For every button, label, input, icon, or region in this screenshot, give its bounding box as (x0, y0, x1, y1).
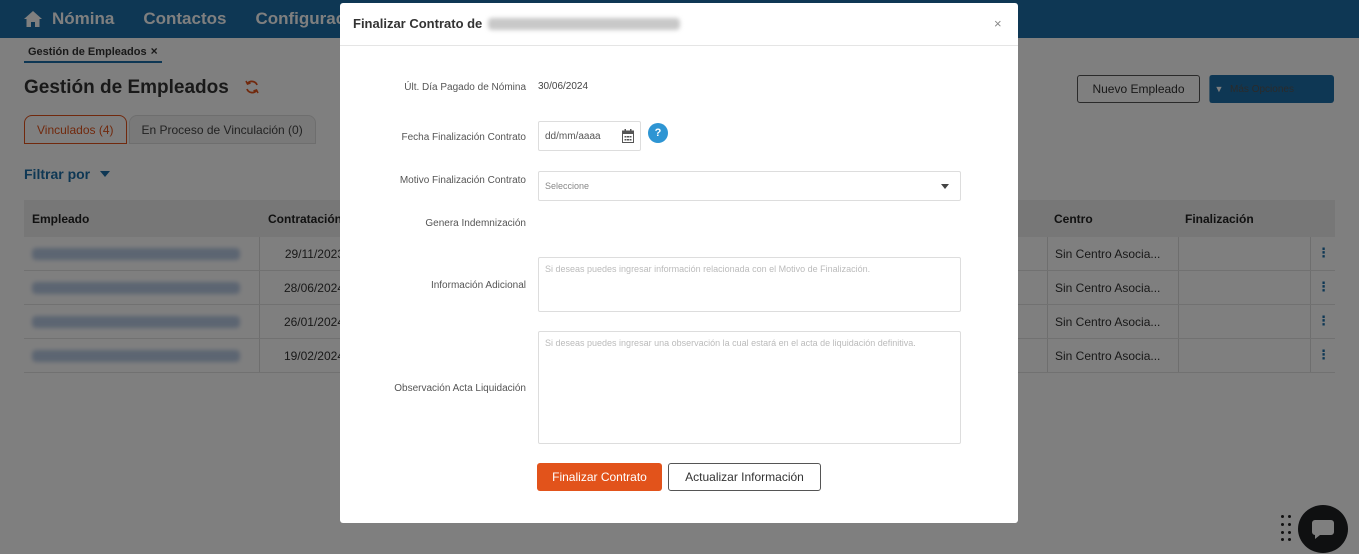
reason-select[interactable]: Seleccione (538, 171, 961, 201)
end-date-placeholder: dd/mm/aaaa (545, 130, 601, 142)
update-info-button[interactable]: Actualizar Información (668, 463, 821, 491)
finalize-contract-button[interactable]: Finalizar Contrato (537, 463, 662, 491)
additional-info-label: Información Adicional (430, 280, 526, 291)
indemnity-label: Genera Indemnización (425, 218, 526, 229)
modal-title-text: Finalizar Contrato de (353, 16, 483, 31)
reason-placeholder: Seleccione (545, 181, 590, 191)
calendar-icon[interactable] (622, 129, 634, 143)
close-icon[interactable]: × (994, 16, 1002, 31)
finalize-contract-modal: Finalizar Contrato de × Últ. Día Pagado … (340, 3, 1018, 523)
observation-label: Observación Acta Liquidación (394, 383, 526, 394)
additional-info-textarea[interactable]: Si deseas puedes ingresar información re… (538, 257, 961, 312)
help-icon[interactable]: ? (648, 123, 668, 143)
caret-down-icon (941, 184, 949, 189)
last-paid-value: 30/06/2024 (538, 81, 589, 92)
employee-name-redacted (488, 17, 681, 30)
modal-title: Finalizar Contrato de (353, 16, 681, 31)
observation-textarea[interactable]: Si deseas puedes ingresar una observació… (538, 331, 961, 444)
reason-label: Motivo Finalización Contrato (399, 175, 526, 186)
end-date-input[interactable]: dd/mm/aaaa (538, 121, 641, 151)
last-paid-label: Últ. Día Pagado de Nómina (404, 82, 526, 93)
end-date-label: Fecha Finalización Contrato (401, 132, 526, 143)
modal-header: Finalizar Contrato de × (340, 3, 1018, 46)
